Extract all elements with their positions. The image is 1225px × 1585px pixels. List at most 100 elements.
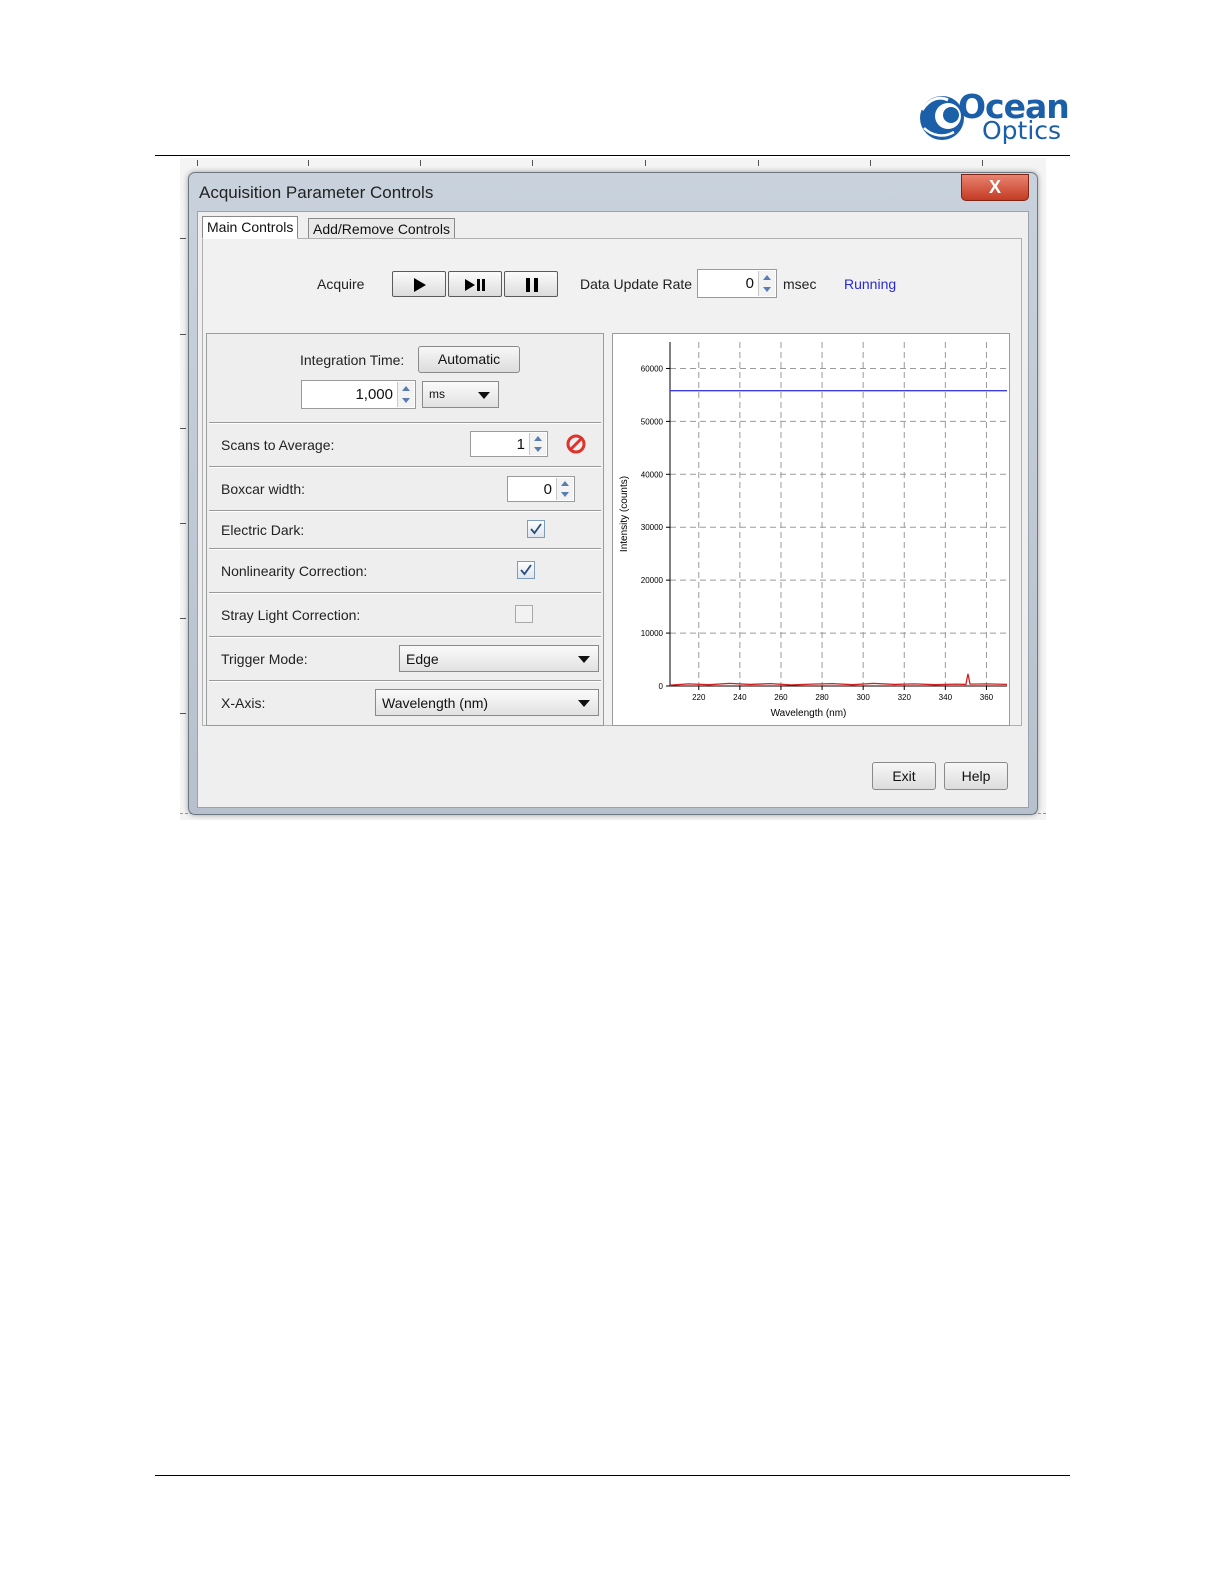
series-line-2 xyxy=(669,673,1008,686)
x-tick-label: 340 xyxy=(939,693,953,702)
x-axis-label: X-Axis: xyxy=(221,695,266,711)
spinner-arrows-icon[interactable] xyxy=(529,433,546,455)
automatic-button[interactable]: Automatic xyxy=(418,346,520,373)
x-axis-value: Wavelength (nm) xyxy=(382,695,489,711)
boxcar-width-value: 0 xyxy=(543,481,552,498)
trigger-mode-row: Trigger Mode: Edge xyxy=(209,637,601,681)
spinner-arrows-icon[interactable] xyxy=(397,382,414,407)
play-icon xyxy=(414,278,426,292)
ruler-tick xyxy=(197,160,198,166)
dialog-screenshot: Acquisition Parameter Controls X Main Co… xyxy=(180,158,1046,820)
stray-light-correction-row: Stray Light Correction: xyxy=(209,593,601,637)
spectrum-chart: 0 10000 20000 30000 40000 50000 60000 220 240 260… xyxy=(619,342,1008,719)
data-update-rate-value: 0 xyxy=(745,275,754,292)
x-tick-label: 300 xyxy=(856,693,870,702)
chevron-down-icon xyxy=(578,656,590,663)
header-rule xyxy=(155,155,1070,156)
nonlinearity-correction-checkbox[interactable] xyxy=(517,561,535,579)
data-update-rate-input[interactable]: 0 xyxy=(697,269,777,298)
y-tick-label: 30000 xyxy=(641,523,664,532)
acquisition-dialog: Acquisition Parameter Controls X Main Co… xyxy=(188,172,1038,815)
integration-time-input[interactable]: 1,000 xyxy=(301,380,416,409)
scans-to-average-input[interactable]: 1 xyxy=(470,431,548,457)
ruler-tick xyxy=(180,523,186,524)
pause-icon xyxy=(526,278,538,292)
footer-rule xyxy=(155,1475,1070,1476)
ruler-tick xyxy=(180,713,186,714)
main-controls-panel: Acquire Data Update Rate 0 msec Running xyxy=(202,238,1022,726)
trigger-mode-label: Trigger Mode: xyxy=(221,651,308,667)
msec-unit-label: msec xyxy=(783,276,817,292)
x-tick-label: 240 xyxy=(733,693,747,702)
x-axis-row: X-Axis: Wavelength (nm) xyxy=(209,681,601,725)
y-tick-label: 50000 xyxy=(641,417,664,426)
play-pause-button[interactable] xyxy=(448,271,502,297)
chevron-down-icon xyxy=(478,392,490,399)
ruler-tick xyxy=(870,160,871,166)
nonlinearity-correction-row: Nonlinearity Correction: xyxy=(209,549,601,593)
spinner-arrows-icon[interactable] xyxy=(758,271,775,296)
y-tick-label: 10000 xyxy=(641,629,664,638)
scans-to-average-label: Scans to Average: xyxy=(221,437,335,453)
y-tick-label: 20000 xyxy=(641,576,664,585)
electric-dark-label: Electric Dark: xyxy=(221,522,305,538)
stray-light-correction-checkbox[interactable] xyxy=(515,605,533,623)
dialog-client-area: Main Controls Add/Remove Controls Acquir… xyxy=(197,211,1029,808)
scans-to-average-row: Scans to Average: 1 xyxy=(209,423,601,467)
close-button[interactable]: X xyxy=(961,174,1029,201)
scans-to-average-value: 1 xyxy=(516,436,525,453)
play-button[interactable] xyxy=(392,271,446,297)
ruler-tick xyxy=(180,428,186,429)
ruler-tick xyxy=(420,160,421,166)
ruler-tick xyxy=(180,334,186,335)
acquire-label: Acquire xyxy=(317,276,365,292)
logo-word-optics: Optics xyxy=(982,116,1062,145)
tab-main-controls[interactable]: Main Controls xyxy=(202,216,299,239)
play-pause-icon xyxy=(465,279,485,291)
x-axis-select[interactable]: Wavelength (nm) xyxy=(375,689,599,716)
x-tick-label: 220 xyxy=(692,693,706,702)
x-tick-label: 280 xyxy=(815,693,829,702)
integration-time-value: 1,000 xyxy=(355,386,393,403)
ocean-optics-logo: Ocean Optics xyxy=(918,88,1070,150)
ruler-tick xyxy=(532,160,533,166)
integration-time-label: Integration Time: xyxy=(300,352,405,368)
boxcar-width-row: Boxcar width: 0 xyxy=(209,467,601,511)
trigger-mode-select[interactable]: Edge xyxy=(399,645,599,672)
stray-light-correction-label: Stray Light Correction: xyxy=(221,607,361,623)
data-update-rate-label: Data Update Rate xyxy=(580,276,693,292)
y-tick-label: 40000 xyxy=(641,470,664,479)
pause-button[interactable] xyxy=(504,271,558,297)
chevron-down-icon xyxy=(578,700,590,707)
integration-unit-select[interactable]: ms xyxy=(422,381,499,408)
exit-button[interactable]: Exit xyxy=(872,762,936,790)
boxcar-width-input[interactable]: 0 xyxy=(507,476,575,502)
checkmark-icon xyxy=(530,523,542,535)
ruler-tick xyxy=(180,618,186,619)
ruler-tick xyxy=(758,160,759,166)
integration-time-row: Integration Time: Automatic 1,000 ms xyxy=(209,334,601,423)
ruler-tick xyxy=(180,238,186,239)
status-running: Running xyxy=(844,276,897,292)
no-entry-icon[interactable] xyxy=(565,433,587,455)
y-tick-label: 60000 xyxy=(641,364,664,373)
electric-dark-row: Electric Dark: xyxy=(209,511,601,549)
tab-add-remove-controls[interactable]: Add/Remove Controls xyxy=(308,218,455,240)
ruler-tick xyxy=(645,160,646,166)
trigger-mode-value: Edge xyxy=(406,651,439,667)
x-tick-label: 320 xyxy=(898,693,912,702)
x-axis-title: Wavelength (nm) xyxy=(771,708,847,719)
checkmark-icon xyxy=(520,564,532,576)
spectrum-chart-panel: 0 10000 20000 30000 40000 50000 60000 220 240 260… xyxy=(612,333,1010,726)
y-tick-label: 0 xyxy=(659,682,664,691)
x-tick-label: 260 xyxy=(774,693,788,702)
ruler-tick xyxy=(308,160,309,166)
acquisition-settings-panel: Integration Time: Automatic 1,000 ms Sca… xyxy=(206,333,604,726)
boxcar-width-label: Boxcar width: xyxy=(221,481,306,497)
help-button[interactable]: Help xyxy=(944,762,1008,790)
electric-dark-checkbox[interactable] xyxy=(527,520,545,538)
spinner-arrows-icon[interactable] xyxy=(556,478,573,500)
window-title: Acquisition Parameter Controls xyxy=(199,183,434,202)
nonlinearity-correction-label: Nonlinearity Correction: xyxy=(221,563,368,579)
y-axis-title: Intensity (counts) xyxy=(619,476,630,552)
